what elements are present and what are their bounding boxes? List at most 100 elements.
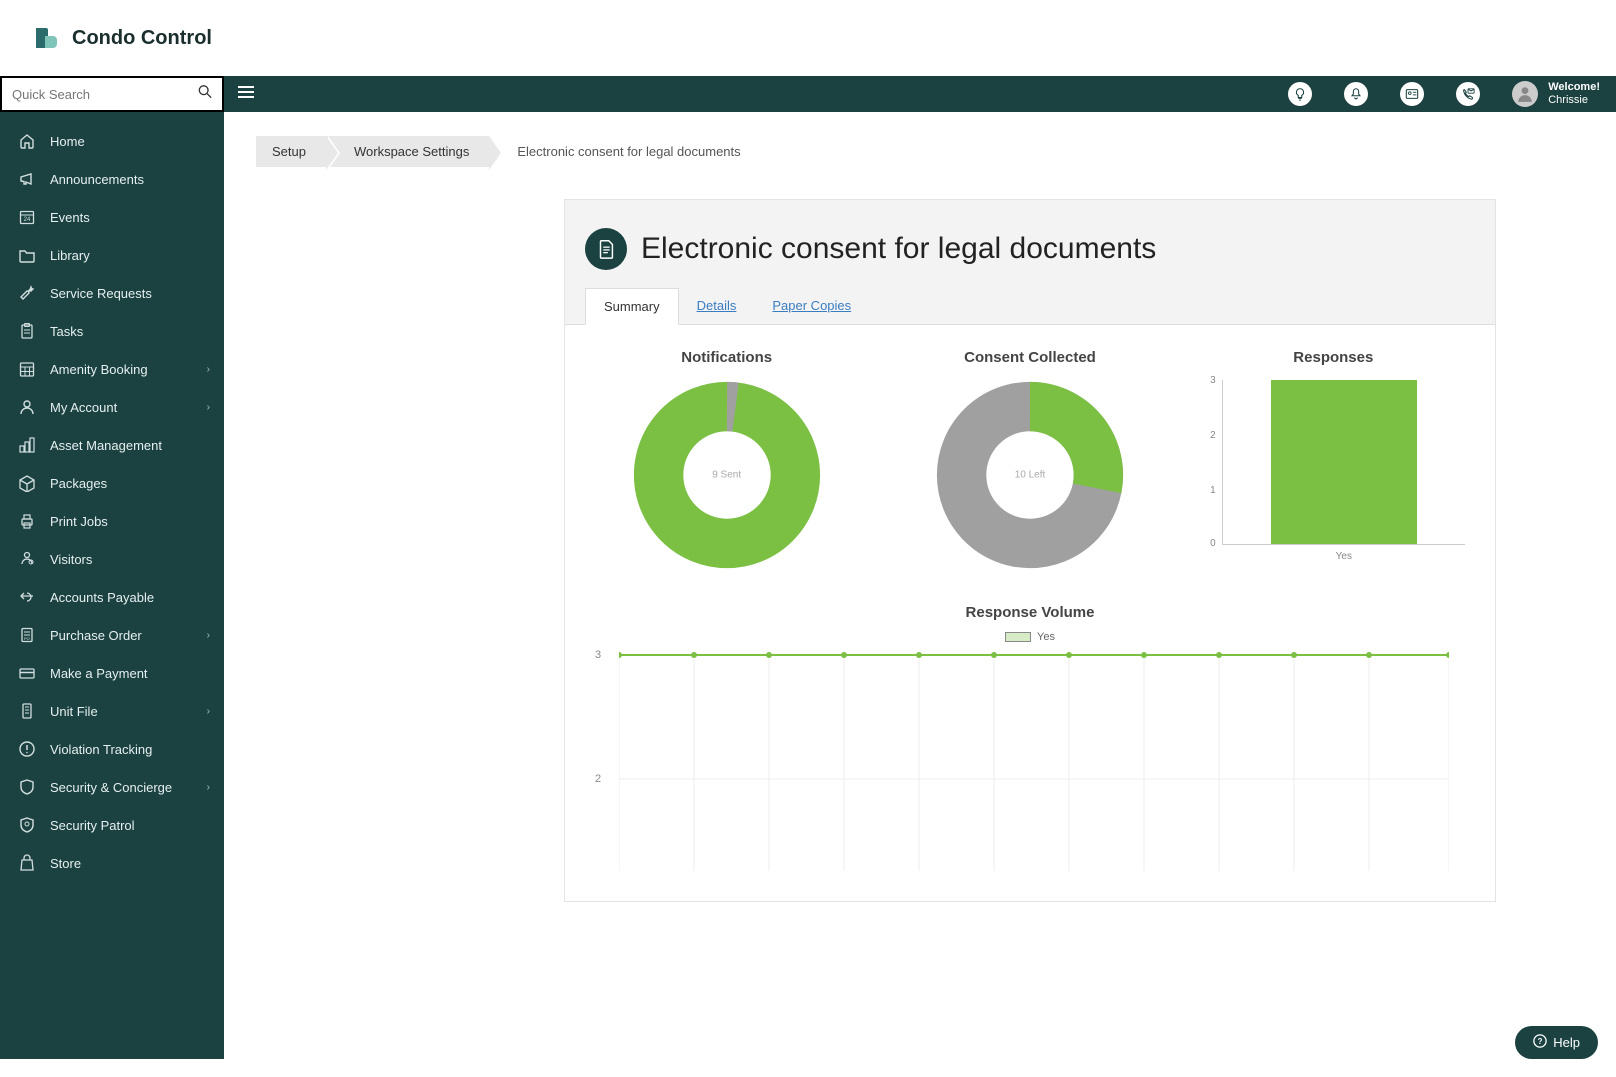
unit-icon xyxy=(18,702,36,720)
line-chart-volume: 3 2 xyxy=(595,651,1465,871)
sidebar-item-store[interactable]: Store xyxy=(0,844,224,882)
breadcrumb: Setup Workspace Settings Electronic cons… xyxy=(256,136,1584,167)
printer-icon xyxy=(18,512,36,530)
sidebar-item-service-requests[interactable]: Service Requests xyxy=(0,274,224,312)
breadcrumb-current: Electronic consent for legal documents xyxy=(489,136,760,167)
chevron-right-icon: › xyxy=(207,364,210,375)
sidebar-item-label: Events xyxy=(50,210,90,225)
sidebar-item-label: Violation Tracking xyxy=(50,742,152,757)
sidebar-item-amenity-booking[interactable]: Amenity Booking › xyxy=(0,350,224,388)
user-name: Chrissie xyxy=(1548,94,1600,107)
card-icon xyxy=(18,664,36,682)
breadcrumb-setup[interactable]: Setup xyxy=(256,136,326,167)
sidebar-item-label: Accounts Payable xyxy=(50,590,154,605)
chevron-right-icon: › xyxy=(207,782,210,793)
calendar-icon: 24 xyxy=(18,208,36,226)
sidebar-item-label: Asset Management xyxy=(50,438,162,453)
sidebar-item-label: Visitors xyxy=(50,552,92,567)
sidebar-item-library[interactable]: Library xyxy=(0,236,224,274)
sidebar-item-announcements[interactable]: Announcements xyxy=(0,160,224,198)
sidebar-item-packages[interactable]: Packages xyxy=(0,464,224,502)
po-icon: PO xyxy=(18,626,36,644)
donut-notifications: 9 Sent xyxy=(632,380,822,570)
wrench-icon xyxy=(18,284,36,302)
sidebar-item-label: Amenity Booking xyxy=(50,362,148,377)
sidebar-item-violation-tracking[interactable]: Violation Tracking xyxy=(0,730,224,768)
bar-chart-responses: 3 2 1 0 Yes xyxy=(1202,380,1465,570)
help-icon: ? xyxy=(1533,1034,1547,1051)
sidebar-item-label: Home xyxy=(50,134,85,149)
chevron-right-icon: › xyxy=(207,706,210,717)
folder-icon xyxy=(18,246,36,264)
svg-text:?: ? xyxy=(1538,1037,1543,1046)
sidebar-item-label: Packages xyxy=(50,476,107,491)
id-card-icon[interactable] xyxy=(1400,82,1424,106)
sidebar-item-label: Print Jobs xyxy=(50,514,108,529)
topbar: Welcome! Chrissie xyxy=(0,76,1616,112)
page-document-icon xyxy=(585,228,627,270)
asset-icon xyxy=(18,436,36,454)
visitor-icon xyxy=(18,550,36,568)
ap-icon xyxy=(18,588,36,606)
user-menu[interactable]: Welcome! Chrissie xyxy=(1512,81,1600,107)
brand-name: Condo Control xyxy=(72,27,212,50)
bell-icon[interactable] xyxy=(1344,82,1368,106)
logo-bar: Condo Control xyxy=(0,0,1616,76)
search-icon[interactable] xyxy=(198,85,212,104)
sidebar-item-events[interactable]: 24 Events xyxy=(0,198,224,236)
chart-title-consent: Consent Collected xyxy=(898,349,1161,366)
sidebar-item-make-a-payment[interactable]: Make a Payment xyxy=(0,654,224,692)
chart-title-notifications: Notifications xyxy=(595,349,858,366)
chevron-right-icon: › xyxy=(207,630,210,641)
tab-details[interactable]: Details xyxy=(679,288,755,324)
legend-volume: Yes xyxy=(595,631,1465,643)
svg-text:PO: PO xyxy=(24,636,30,641)
sidebar-item-label: Tasks xyxy=(50,324,83,339)
svg-text:24: 24 xyxy=(24,217,31,223)
home-icon xyxy=(18,132,36,150)
user-icon xyxy=(18,398,36,416)
lightbulb-icon[interactable] xyxy=(1288,82,1312,106)
sidebar: Home Announcements 24 Events Library Service … xyxy=(0,112,224,1059)
sidebar-item-home[interactable]: Home xyxy=(0,122,224,160)
sidebar-item-label: Service Requests xyxy=(50,286,152,301)
package-icon xyxy=(18,474,36,492)
sidebar-item-security-patrol[interactable]: Security Patrol xyxy=(0,806,224,844)
sidebar-item-label: My Account xyxy=(50,400,117,415)
content-card: Electronic consent for legal documents S… xyxy=(564,199,1496,902)
help-button[interactable]: ? Help xyxy=(1515,1026,1598,1059)
legend-swatch-yes xyxy=(1005,632,1031,642)
chart-title-volume: Response Volume xyxy=(595,604,1465,621)
tab-summary[interactable]: Summary xyxy=(585,288,679,325)
chevron-right-icon: › xyxy=(207,402,210,413)
sidebar-item-purchase-order[interactable]: PO Purchase Order › xyxy=(0,616,224,654)
sidebar-item-accounts-payable[interactable]: Accounts Payable xyxy=(0,578,224,616)
clipboard-icon xyxy=(18,322,36,340)
sidebar-item-unit-file[interactable]: Unit File› xyxy=(0,692,224,730)
sidebar-item-asset-management[interactable]: Asset Management xyxy=(0,426,224,464)
bar-yes xyxy=(1271,380,1416,544)
sidebar-item-security-concierge[interactable]: Security & Concierge › xyxy=(0,768,224,806)
sidebar-item-label: Make a Payment xyxy=(50,666,148,681)
brand-logo-icon xyxy=(32,24,60,52)
sidebar-item-visitors[interactable]: Visitors xyxy=(0,540,224,578)
hamburger-menu-icon[interactable] xyxy=(224,85,268,104)
page-title: Electronic consent for legal documents xyxy=(641,232,1156,266)
sidebar-item-label: Security Patrol xyxy=(50,818,135,833)
donut-consent: 10 Left xyxy=(935,380,1125,570)
avatar xyxy=(1512,81,1538,107)
sidebar-item-label: Purchase Order xyxy=(50,628,142,643)
tab-paper-copies[interactable]: Paper Copies xyxy=(754,288,869,324)
search-input-container[interactable] xyxy=(0,76,224,112)
sidebar-item-label: Library xyxy=(50,248,90,263)
violation-icon xyxy=(18,740,36,758)
sidebar-item-my-account[interactable]: My Account › xyxy=(0,388,224,426)
search-input[interactable] xyxy=(12,87,192,102)
sidebar-item-label: Store xyxy=(50,856,81,871)
phone-mail-icon[interactable] xyxy=(1456,82,1480,106)
sidebar-item-label: Security & Concierge xyxy=(50,780,172,795)
sidebar-item-print-jobs[interactable]: Print Jobs xyxy=(0,502,224,540)
breadcrumb-workspace-settings[interactable]: Workspace Settings xyxy=(326,136,489,167)
calendar-grid-icon xyxy=(18,360,36,378)
sidebar-item-tasks[interactable]: Tasks xyxy=(0,312,224,350)
